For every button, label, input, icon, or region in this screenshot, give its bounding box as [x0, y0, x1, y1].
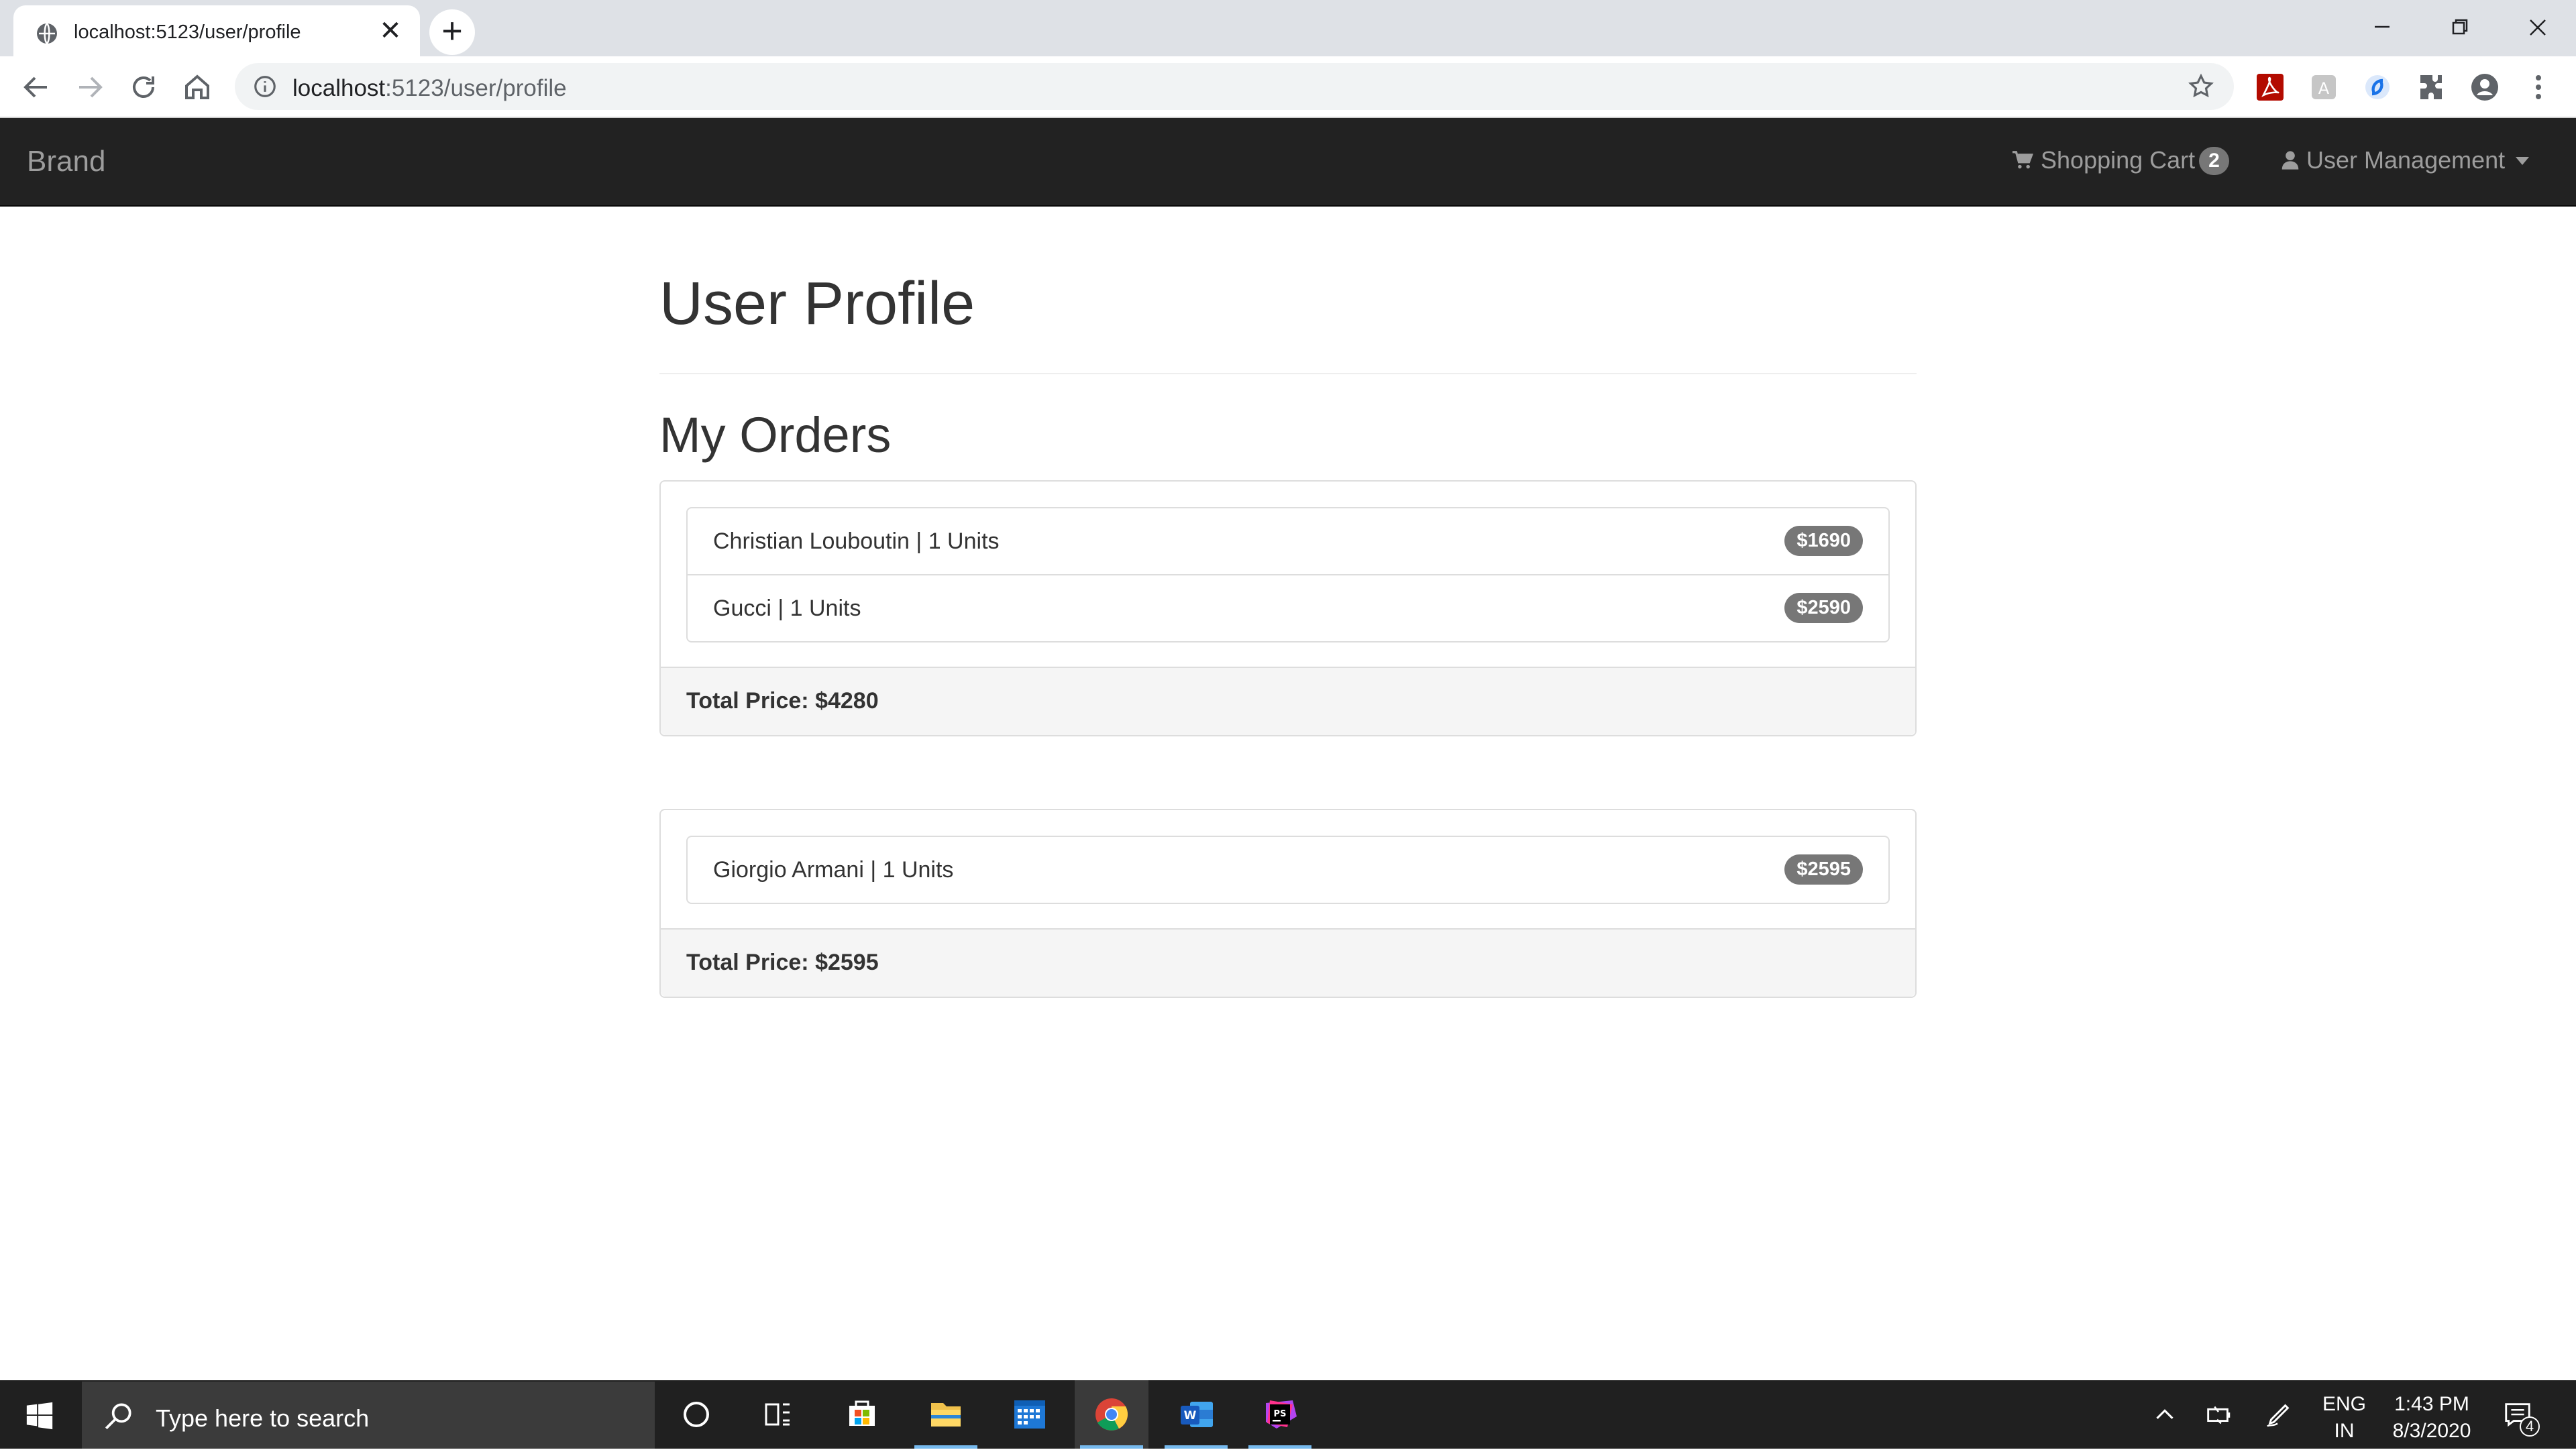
- svg-text:W: W: [1184, 1409, 1197, 1422]
- order-panel: Christian Louboutin | 1 Units $1690 Gucc…: [659, 480, 1917, 736]
- caret-down-icon: [2516, 157, 2530, 165]
- address-bar[interactable]: localhost:5123/user/profile: [235, 63, 2234, 110]
- taskbar-calendar-app[interactable]: [993, 1380, 1067, 1449]
- info-icon[interactable]: [252, 74, 278, 99]
- battery-icon[interactable]: [2203, 1399, 2234, 1430]
- order-item: Christian Louboutin | 1 Units $1690: [688, 508, 1888, 575]
- task-view-icon: [765, 1403, 790, 1426]
- search-icon: [105, 1403, 131, 1430]
- file-explorer-icon: [931, 1403, 961, 1427]
- acrobat-extension-icon[interactable]: [2254, 71, 2286, 103]
- running-indicator: [1248, 1445, 1311, 1449]
- price-badge: $2595: [1784, 854, 1863, 885]
- word-icon: W: [1181, 1402, 1213, 1427]
- user-management-dropdown[interactable]: User Management: [2281, 146, 2530, 174]
- running-indicator: [1165, 1445, 1228, 1449]
- url-host: localhost: [292, 75, 386, 101]
- order-total: Total Price: $4280: [686, 688, 879, 714]
- kebab-menu-icon[interactable]: [2522, 71, 2555, 103]
- windows-taskbar: Type here to search W PS ENG IN 1:43 PM …: [0, 1380, 2576, 1449]
- price-badge: $2590: [1784, 593, 1863, 623]
- order-item: Gucci | 1 Units $2590: [688, 575, 1888, 641]
- swirl-extension-icon[interactable]: [2361, 71, 2394, 103]
- taskbar-chrome-app[interactable]: [1075, 1380, 1148, 1449]
- browser-tabstrip: localhost:5123/user/profile ✕ +: [0, 0, 2576, 56]
- taskbar-file-explorer-app[interactable]: [909, 1380, 983, 1449]
- home-icon[interactable]: [181, 71, 213, 103]
- shopping-cart-link[interactable]: Shopping Cart 2: [2011, 146, 2229, 175]
- notification-count: 4: [2520, 1416, 2540, 1437]
- taskbar-phpstorm-app[interactable]: PS: [1243, 1380, 1317, 1449]
- task-view-button[interactable]: [741, 1380, 814, 1449]
- input-language-indicator[interactable]: ENG IN: [2322, 1391, 2366, 1445]
- taskbar-search-box[interactable]: Type here to search: [82, 1382, 655, 1449]
- page-title: User Profile: [659, 270, 975, 337]
- new-tab-button[interactable]: +: [429, 9, 475, 55]
- divider: [659, 373, 1917, 374]
- search-placeholder: Type here to search: [156, 1404, 370, 1432]
- url-text: localhost:5123/user/profile: [292, 75, 567, 102]
- svg-text:PS: PS: [1274, 1409, 1287, 1419]
- order-item-text: Gucci | 1 Units: [713, 596, 861, 621]
- reload-icon[interactable]: [127, 71, 160, 103]
- running-indicator: [914, 1445, 977, 1449]
- minimize-icon[interactable]: [2348, 7, 2415, 47]
- back-arrow-icon[interactable]: [20, 71, 52, 103]
- order-panel-body: Giorgio Armani | 1 Units $2595: [661, 810, 1915, 928]
- url-path: :5123/user/profile: [385, 75, 567, 101]
- order-total: Total Price: $2595: [686, 950, 879, 975]
- navbar-brand[interactable]: Brand: [27, 145, 105, 178]
- phpstorm-icon: PS: [1266, 1400, 1297, 1429]
- taskbar-store-app[interactable]: [825, 1380, 899, 1449]
- browser-tab[interactable]: localhost:5123/user/profile ✕: [13, 5, 420, 56]
- close-window-icon[interactable]: [2504, 7, 2571, 47]
- order-panel-footer: Total Price: $4280: [661, 667, 1915, 735]
- profile-avatar-icon[interactable]: [2469, 71, 2501, 103]
- user-icon: [2282, 151, 2299, 170]
- restore-icon[interactable]: [2426, 7, 2493, 47]
- clock-time: 1:43 PM: [2394, 1393, 2469, 1415]
- clock-date: 8/3/2020: [2392, 1420, 2471, 1442]
- running-indicator: [1080, 1445, 1143, 1449]
- taskbar-word-app[interactable]: W: [1159, 1380, 1233, 1449]
- microsoft-store-icon: [849, 1400, 875, 1426]
- section-title: My Orders: [659, 407, 892, 463]
- bookmark-star-icon[interactable]: [2187, 72, 2215, 101]
- close-tab-icon[interactable]: ✕: [377, 17, 404, 44]
- cart-icon: [2012, 151, 2033, 169]
- order-items-list: Giorgio Armani | 1 Units $2595: [686, 836, 1890, 904]
- order-panel-body: Christian Louboutin | 1 Units $1690 Gucc…: [661, 482, 1915, 667]
- order-panel-footer: Total Price: $2595: [661, 928, 1915, 997]
- puzzle-extensions-icon[interactable]: [2415, 71, 2447, 103]
- action-center-button[interactable]: 4: [2502, 1399, 2540, 1437]
- windows-start-icon[interactable]: [24, 1400, 55, 1431]
- cortana-circle-icon: [684, 1402, 709, 1427]
- order-panel: Giorgio Armani | 1 Units $2595 Total Pri…: [659, 809, 1917, 998]
- order-item: Giorgio Armani | 1 Units $2595: [688, 837, 1888, 903]
- region-code: IN: [2334, 1420, 2355, 1442]
- order-item-text: Christian Louboutin | 1 Units: [713, 528, 1000, 554]
- cortana-button[interactable]: [659, 1380, 733, 1449]
- tab-title: localhost:5123/user/profile: [74, 21, 301, 43]
- calendar-icon: [1014, 1400, 1045, 1429]
- order-items-list: Christian Louboutin | 1 Units $1690 Gucc…: [686, 507, 1890, 643]
- language-code: ENG: [2322, 1393, 2367, 1415]
- user-management-label: User Management: [2306, 146, 2506, 174]
- order-item-text: Giorgio Armani | 1 Units: [713, 857, 954, 883]
- price-badge: $1690: [1784, 526, 1863, 556]
- svg-text:A: A: [2318, 79, 2330, 98]
- cart-count-badge: 2: [2199, 147, 2229, 175]
- taskbar-clock[interactable]: 1:43 PM 8/3/2020: [2388, 1391, 2475, 1445]
- cart-label: Shopping Cart: [2041, 146, 2196, 174]
- globe-icon: [37, 23, 57, 44]
- chrome-icon: [1095, 1398, 1128, 1431]
- site-navbar: Brand Shopping Cart 2 User Management: [0, 118, 2576, 207]
- forward-arrow-icon[interactable]: [74, 71, 106, 103]
- browser-toolbar: localhost:5123/user/profile A: [0, 56, 2576, 118]
- pen-ink-icon[interactable]: [2263, 1399, 2294, 1430]
- chevron-up-icon[interactable]: [2149, 1399, 2180, 1430]
- translate-extension-icon[interactable]: A: [2308, 71, 2340, 103]
